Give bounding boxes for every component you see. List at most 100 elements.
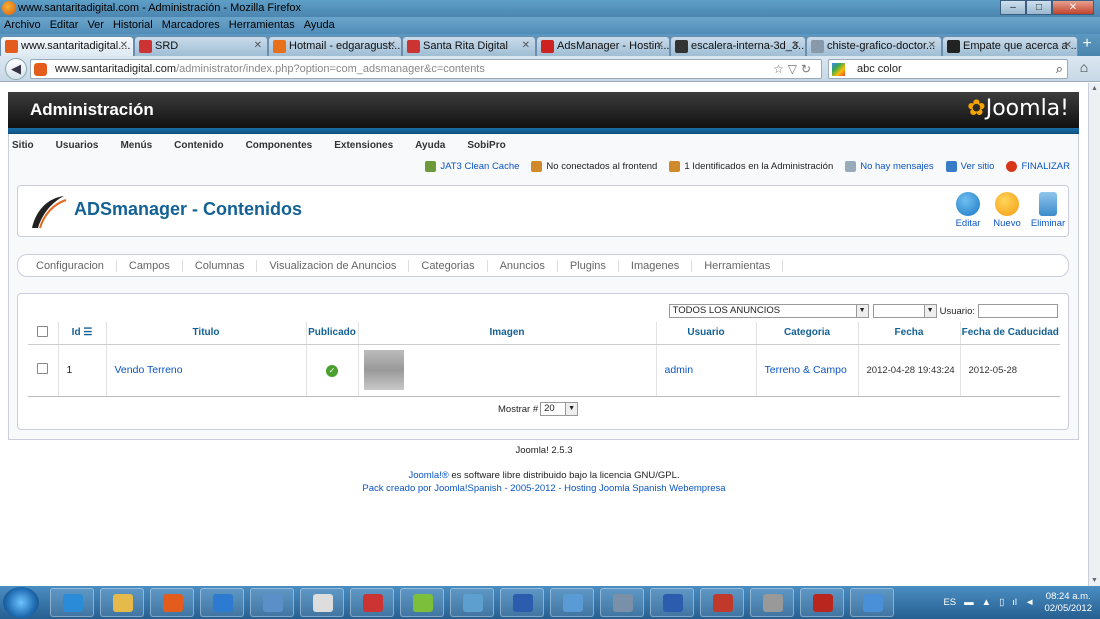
new-button[interactable]: Nuevo <box>987 192 1027 229</box>
tab-adsmanager[interactable]: AdsManager - Hostin... ✕ <box>536 36 670 56</box>
menu-sitio[interactable]: Sitio <box>12 140 34 151</box>
submenu-configuracion[interactable]: Configuracion <box>28 259 117 272</box>
url-bar[interactable]: www.santaritadigital.com/administrator/i… <box>30 59 822 79</box>
logout-link[interactable]: FINALIZAR <box>1006 161 1070 172</box>
bookmark-star-icon[interactable]: ☆ <box>773 62 788 76</box>
menu-usuarios[interactable]: Usuarios <box>56 140 99 151</box>
user-filter-input[interactable] <box>978 304 1058 318</box>
ad-thumbnail-image[interactable] <box>363 350 404 390</box>
close-tab-icon[interactable]: ✕ <box>522 37 530 55</box>
close-tab-icon[interactable]: ✕ <box>792 37 800 55</box>
ads-filter-select[interactable]: TODOS LOS ANUNCIOS ▼ <box>668 304 869 318</box>
col-publicado[interactable]: Publicado <box>306 322 359 345</box>
submenu-plugins[interactable]: Plugins <box>558 259 619 272</box>
tab-hotmail[interactable]: Hotmail - edgaragust... ✕ <box>268 36 402 56</box>
menu-ayuda[interactable]: Ayuda <box>304 17 335 34</box>
android-icon[interactable] <box>400 588 444 617</box>
close-tab-icon[interactable]: ✕ <box>656 37 664 55</box>
joomla-link[interactable]: Joomla!® <box>408 470 448 481</box>
menu-contenido[interactable]: Contenido <box>174 140 223 151</box>
submenu-campos[interactable]: Campos <box>117 259 183 272</box>
keyboard-icon[interactable]: ▬ <box>964 597 974 608</box>
device-icon[interactable]: ▯ <box>999 597 1004 608</box>
submenu-imagenes[interactable]: Imagenes <box>619 259 693 272</box>
view-site-link[interactable]: Ver sitio <box>945 161 994 172</box>
row-title-link[interactable]: Vendo Terreno <box>115 364 183 376</box>
menu-ayuda-admin[interactable]: Ayuda <box>415 140 445 151</box>
close-tab-icon[interactable]: ✕ <box>928 37 936 55</box>
menu-extensiones[interactable]: Extensiones <box>334 140 393 151</box>
menu-historial[interactable]: Historial <box>113 17 153 34</box>
history-dropdown-icon[interactable]: ▽ <box>788 62 801 76</box>
tab-chiste[interactable]: chiste-grafico-doctor... ✕ <box>806 36 942 56</box>
tab-santa-rita-digital[interactable]: Santa Rita Digital ✕ <box>402 36 536 56</box>
pin-app-icon[interactable] <box>350 588 394 617</box>
camera-icon[interactable] <box>750 588 794 617</box>
network-icon[interactable] <box>450 588 494 617</box>
select-all-checkbox[interactable] <box>37 325 49 337</box>
google-search-engine-icon[interactable] <box>832 63 845 76</box>
close-tab-icon[interactable]: ✕ <box>1064 37 1072 55</box>
delete-button[interactable]: Eliminar <box>1028 192 1068 229</box>
col-id[interactable]: Id ☰ <box>58 322 107 345</box>
pack-link[interactable]: Pack creado por Joomla!Spanish - 2005-20… <box>0 482 1088 495</box>
submenu-categorias[interactable]: Categorias <box>409 259 488 272</box>
secondary-filter-select[interactable]: ▼ <box>872 304 937 318</box>
site-identity-icon[interactable] <box>34 63 47 76</box>
col-titulo[interactable]: Titulo <box>106 322 307 345</box>
search-bar[interactable]: abc color ⌕ <box>828 59 1068 79</box>
start-button-icon[interactable] <box>3 587 39 618</box>
messages-link[interactable]: No hay mensajes <box>845 161 934 172</box>
ie-icon[interactable] <box>50 588 94 617</box>
row-checkbox[interactable] <box>37 363 49 374</box>
menu-sobipro[interactable]: SobiPro <box>467 140 505 151</box>
flag-icon[interactable] <box>700 588 744 617</box>
minimize-icon[interactable]: – <box>1000 0 1026 15</box>
close-tab-icon[interactable]: ✕ <box>120 37 128 55</box>
menu-ver[interactable]: Ver <box>87 17 104 34</box>
menu-marcadores[interactable]: Marcadores <box>162 17 220 34</box>
tab-srd[interactable]: SRD ✕ <box>134 36 268 56</box>
back-arrow-icon[interactable]: ◀ <box>5 58 27 80</box>
tab-empate[interactable]: Empate que acerca a ... ✕ <box>942 36 1078 56</box>
document-icon[interactable] <box>650 588 694 617</box>
close-tab-icon[interactable]: ✕ <box>388 37 396 55</box>
explorer-icon[interactable] <box>100 588 144 617</box>
col-caducidad[interactable]: Fecha de Caducidad <box>960 322 1060 345</box>
calculator-icon[interactable] <box>600 588 644 617</box>
new-tab-icon[interactable]: + <box>1078 36 1096 54</box>
media-player-icon[interactable] <box>200 588 244 617</box>
reload-icon[interactable]: ↻ <box>801 62 815 76</box>
menu-herramientas[interactable]: Herramientas <box>229 17 295 34</box>
home-icon[interactable]: ⌂ <box>1074 59 1094 79</box>
menu-componentes[interactable]: Componentes <box>246 140 313 151</box>
clock-app-icon[interactable] <box>300 588 344 617</box>
volume-icon[interactable]: ◄ <box>1025 597 1034 608</box>
chart-app-icon[interactable] <box>250 588 294 617</box>
tray-expand-icon[interactable]: ▲ <box>982 597 991 608</box>
firefox-icon[interactable] <box>150 588 194 617</box>
scroll-down-icon[interactable]: ▼ <box>1091 577 1098 584</box>
word-icon[interactable] <box>500 588 544 617</box>
col-fecha[interactable]: Fecha <box>858 322 961 345</box>
menu-editar[interactable]: Editar <box>50 17 79 34</box>
scroll-up-icon[interactable]: ▲ <box>1091 85 1098 92</box>
magnifier-icon[interactable]: ⌕ <box>1056 61 1063 77</box>
paint-icon[interactable] <box>550 588 594 617</box>
menu-archivo[interactable]: Archivo <box>4 17 41 34</box>
cache-link[interactable]: JAT3 Clean Cache <box>425 161 519 172</box>
checkmark-published-icon[interactable]: ✓ <box>326 364 338 377</box>
col-usuario[interactable]: Usuario <box>656 322 757 345</box>
filezilla-icon[interactable] <box>800 588 844 617</box>
submenu-anuncios[interactable]: Anuncios <box>488 259 558 272</box>
close-tab-icon[interactable]: ✕ <box>254 37 262 55</box>
menu-menus[interactable]: Menús <box>120 140 152 151</box>
tab-escalera[interactable]: escalera-interna-3d_3... ✕ <box>670 36 806 56</box>
submenu-columnas[interactable]: Columnas <box>183 259 258 272</box>
submenu-visualizacion[interactable]: Visualizacion de Anuncios <box>257 259 410 272</box>
vertical-scrollbar[interactable]: ▲ ▼ <box>1088 83 1100 586</box>
signal-icon[interactable]: ıl <box>1012 597 1017 608</box>
clock[interactable]: 08:24 a.m. 02/05/2012 <box>1044 591 1092 615</box>
row-category-link[interactable]: Terreno & Campo <box>765 364 847 376</box>
language-indicator[interactable]: ES <box>943 597 956 608</box>
